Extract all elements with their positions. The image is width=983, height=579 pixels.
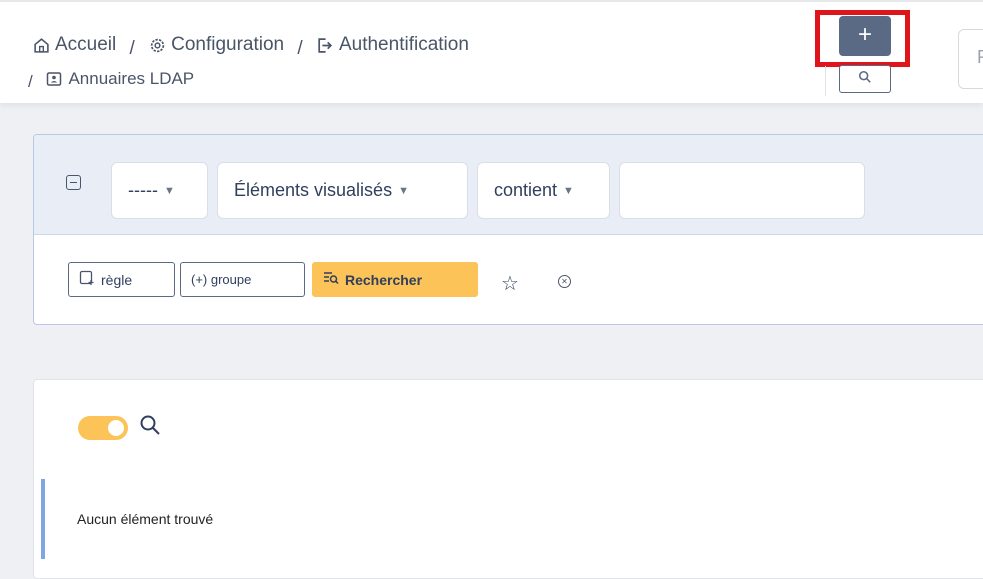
gear-icon [148, 36, 166, 54]
operator-select-value: contient [494, 180, 558, 200]
chevron-down-icon: ▼ [163, 184, 175, 197]
breadcrumb-item-home[interactable]: Accueil [32, 30, 116, 60]
empty-message: Aucun élément trouvé [77, 511, 214, 527]
breadcrumb-label: Configuration [171, 34, 285, 55]
global-search-placeholder: R [977, 47, 983, 68]
breadcrumb: Accueil / Configuration / Authentificati… [28, 30, 469, 97]
top-header: Accueil / Configuration / Authentificati… [0, 0, 983, 103]
results-panel: Aucun élément trouvé [33, 379, 983, 579]
criteria-row: ----- ▼ Éléments visualisés ▼ contient ▼ [34, 135, 983, 235]
search-button-label: Rechercher [345, 271, 423, 288]
breadcrumb-label: Annuaires LDAP [68, 68, 195, 88]
add-rule-label: règle [101, 271, 133, 288]
chevron-down-icon: ▼ [563, 184, 574, 197]
breadcrumb-separator: / [129, 37, 135, 59]
add-group-button[interactable]: (+) groupe [180, 262, 305, 297]
search-button[interactable]: Rechercher [312, 262, 478, 297]
empty-results-alert: Aucun élément trouvé [41, 479, 983, 559]
star-icon[interactable]: ☆ [501, 271, 519, 296]
add-rule-icon [79, 270, 95, 289]
add-group-label: (+) groupe [191, 272, 252, 287]
breadcrumb-separator: / [28, 71, 33, 91]
breadcrumb-item-authentification[interactable]: Authentification [316, 30, 469, 60]
toggle-search-button[interactable] [839, 65, 891, 93]
search-toggle-switch[interactable] [78, 416, 128, 440]
address-card-icon [45, 70, 63, 88]
search-criteria-panel: ----- ▼ Éléments visualisés ▼ contient ▼… [33, 134, 983, 325]
criteria-value-input[interactable] [619, 162, 865, 219]
breadcrumb-item-configuration[interactable]: Configuration [148, 30, 284, 60]
field-select[interactable]: ----- ▼ [111, 162, 208, 219]
home-icon [32, 36, 50, 54]
global-search-input[interactable]: R [958, 29, 983, 89]
highlight-box [815, 10, 910, 67]
breadcrumb-label: Accueil [55, 34, 117, 55]
collapse-icon[interactable] [66, 175, 81, 190]
search-list-icon [323, 271, 339, 288]
criteria-select-value: Éléments visualisés [234, 180, 393, 200]
chevron-down-icon: ▼ [398, 184, 409, 197]
breadcrumb-label: Authentification [338, 34, 469, 55]
reset-icon[interactable]: ✕ [558, 275, 571, 288]
sign-in-icon [316, 36, 334, 54]
criteria-select[interactable]: Éléments visualisés ▼ [217, 162, 468, 219]
breadcrumb-separator: / [297, 37, 303, 59]
add-rule-button[interactable]: règle [68, 262, 175, 297]
divider [825, 66, 826, 96]
breadcrumb-item-ldap[interactable]: Annuaires LDAP [45, 64, 194, 94]
operator-select[interactable]: contient ▼ [477, 162, 610, 219]
field-select-value: ----- [128, 180, 158, 200]
search-icon [858, 70, 872, 89]
search-icon [138, 413, 162, 442]
